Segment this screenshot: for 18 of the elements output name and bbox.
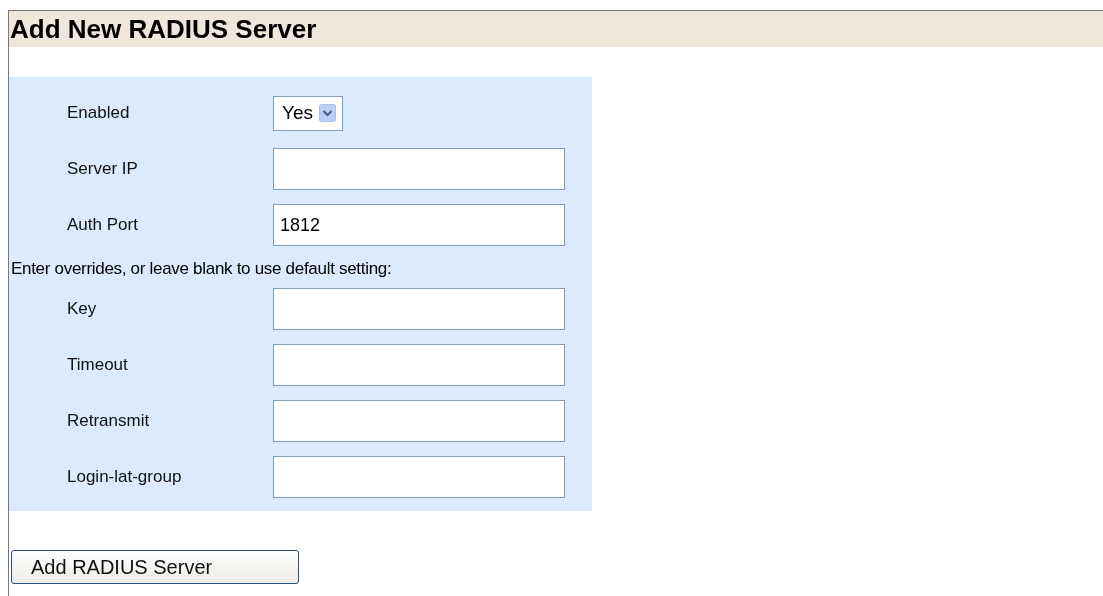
field-label: Auth Port bbox=[66, 215, 139, 235]
text-field[interactable] bbox=[273, 148, 565, 190]
field-label: Retransmit bbox=[66, 411, 151, 431]
field-label: Server IP bbox=[66, 159, 139, 179]
text-field[interactable] bbox=[273, 288, 565, 330]
field-label: Login-lat-group bbox=[66, 467, 183, 487]
field-label: Key bbox=[66, 299, 98, 319]
text-field[interactable] bbox=[273, 344, 565, 386]
override-note: Enter overrides, or leave blank to use default setting: bbox=[10, 258, 393, 280]
enabled-select[interactable]: Yes bbox=[273, 95, 343, 131]
caret-icon bbox=[319, 104, 336, 122]
text-field[interactable]: 1812 bbox=[273, 204, 565, 246]
page-heading: Add New RADIUS Server bbox=[9, 11, 1103, 47]
text-field[interactable] bbox=[273, 456, 565, 498]
text-field[interactable] bbox=[273, 400, 565, 442]
field-label: Timeout bbox=[66, 355, 129, 375]
field-label: Enabled bbox=[66, 103, 131, 123]
add-server-button[interactable]: Add RADIUS Server bbox=[11, 550, 299, 584]
